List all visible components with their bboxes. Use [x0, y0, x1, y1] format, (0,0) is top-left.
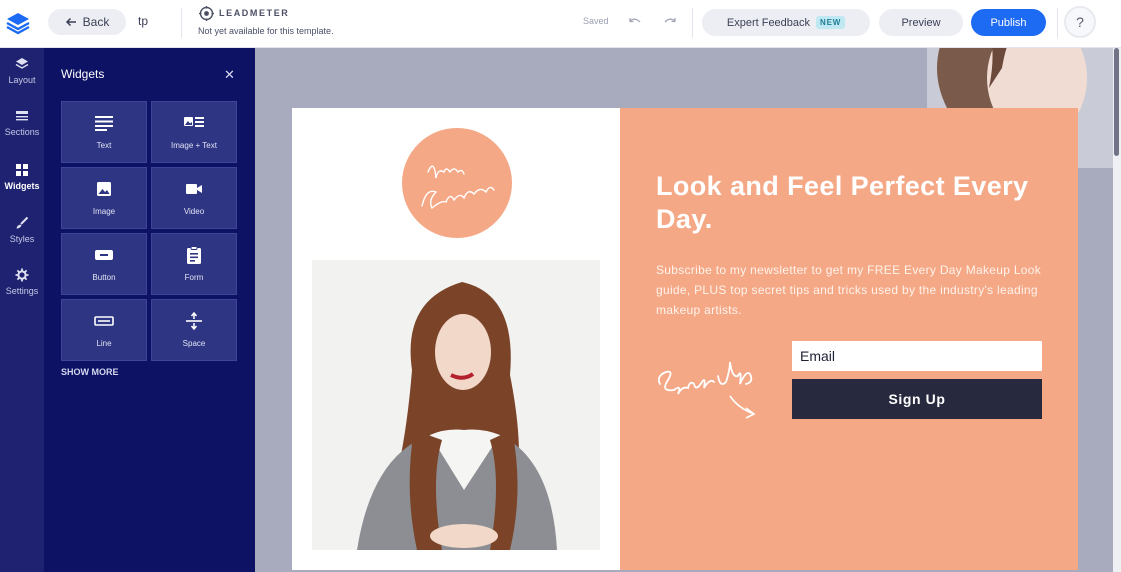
rail-item-layout[interactable]: Layout [0, 57, 44, 85]
widget-tile-line[interactable]: Line [61, 299, 147, 361]
divider [1057, 8, 1058, 38]
saved-status: Saved [583, 16, 609, 26]
widget-tile-form[interactable]: Form [151, 233, 237, 295]
preview-button[interactable]: Preview [879, 9, 963, 36]
page-name[interactable]: tp [138, 14, 148, 28]
expert-feedback-label: Expert Feedback [726, 16, 811, 29]
woman-portrait [312, 260, 600, 550]
sign-up-script-art [657, 361, 756, 419]
subheadline[interactable]: Subscribe to my newsletter to get my FRE… [656, 260, 1056, 320]
landing-card-left[interactable] [292, 108, 620, 570]
left-rail: Layout Sections Widgets Styles Settings [0, 48, 44, 572]
scrollbar-thumb[interactable] [1114, 48, 1119, 156]
signature-logo-art [421, 165, 495, 210]
text-icon [95, 116, 113, 131]
rail-item-label: Settings [5, 286, 39, 296]
back-label: Back [82, 15, 110, 29]
rail-item-label: Styles [9, 234, 35, 244]
widget-tile-text[interactable]: Text [61, 101, 147, 163]
divider [181, 8, 182, 38]
undo-icon[interactable] [627, 14, 643, 30]
landing-card-right[interactable]: Look and Feel Perfect Every Day. Subscri… [620, 108, 1078, 570]
widget-tile-space[interactable]: Space [151, 299, 237, 361]
rail-item-label: Sections [4, 127, 40, 137]
new-badge: NEW [816, 16, 846, 29]
widget-tile-label: Line [96, 339, 112, 348]
profile-photo[interactable] [312, 260, 600, 550]
widget-tile-label: Text [96, 141, 112, 150]
app-logo-icon[interactable] [5, 10, 31, 36]
expert-feedback-button[interactable]: Expert Feedback NEW [702, 9, 870, 36]
image-icon [97, 182, 111, 196]
rail-item-settings[interactable]: Settings [0, 268, 44, 296]
rail-item-label: Widgets [4, 181, 40, 191]
top-bar: Back tp LEADMETER Not yet available for … [0, 0, 1121, 48]
widget-tile-button[interactable]: Button [61, 233, 147, 295]
widget-tile-label: Image + Text [171, 141, 217, 150]
widget-tile-label: Image [92, 207, 116, 216]
widget-tile-label: Form [184, 273, 204, 282]
publish-button[interactable]: Publish [971, 9, 1046, 36]
headline[interactable]: Look and Feel Perfect Every Day. [656, 170, 1056, 236]
gear-icon [15, 268, 29, 282]
leadmeter-title: LEADMETER [219, 8, 290, 18]
sections-icon [16, 111, 28, 121]
sign-up-button[interactable]: Sign Up [792, 379, 1042, 419]
canvas-scrollbar[interactable] [1113, 48, 1121, 572]
divider [692, 8, 693, 38]
widget-tile-label: Space [182, 339, 206, 348]
widget-tile-label: Button [92, 273, 116, 282]
widgets-panel: Widgets ✕ Text Image + Text Image Video [44, 48, 255, 572]
rail-item-label: Layout [8, 75, 36, 85]
layers-icon [15, 58, 29, 69]
email-field[interactable] [792, 341, 1042, 371]
video-icon [186, 184, 202, 194]
close-icon[interactable]: ✕ [224, 67, 235, 83]
button-icon [95, 250, 113, 260]
brush-icon [16, 216, 29, 229]
widget-tile-image-text[interactable]: Image + Text [151, 101, 237, 163]
show-more-link[interactable]: SHOW MORE [61, 367, 119, 377]
widgets-icon [16, 164, 28, 176]
line-icon [94, 316, 114, 326]
panel-title: Widgets [61, 67, 105, 81]
rail-item-widgets[interactable]: Widgets [0, 163, 44, 191]
rail-item-styles[interactable]: Styles [0, 216, 44, 244]
leadmeter-subtitle: Not yet available for this template. [198, 26, 334, 36]
rail-item-sections[interactable]: Sections [0, 109, 44, 137]
signature-logo[interactable] [402, 128, 512, 238]
image-text-icon [184, 117, 204, 127]
back-button[interactable]: Back [48, 9, 126, 35]
space-icon [186, 312, 202, 330]
redo-icon[interactable] [662, 14, 678, 30]
widget-tile-video[interactable]: Video [151, 167, 237, 229]
form-icon [187, 246, 201, 264]
widget-tile-label: Video [183, 207, 205, 216]
help-button[interactable]: ? [1064, 6, 1096, 38]
widget-tile-image[interactable]: Image [61, 167, 147, 229]
leadmeter-icon [199, 6, 214, 21]
arrow-left-icon [65, 17, 76, 27]
